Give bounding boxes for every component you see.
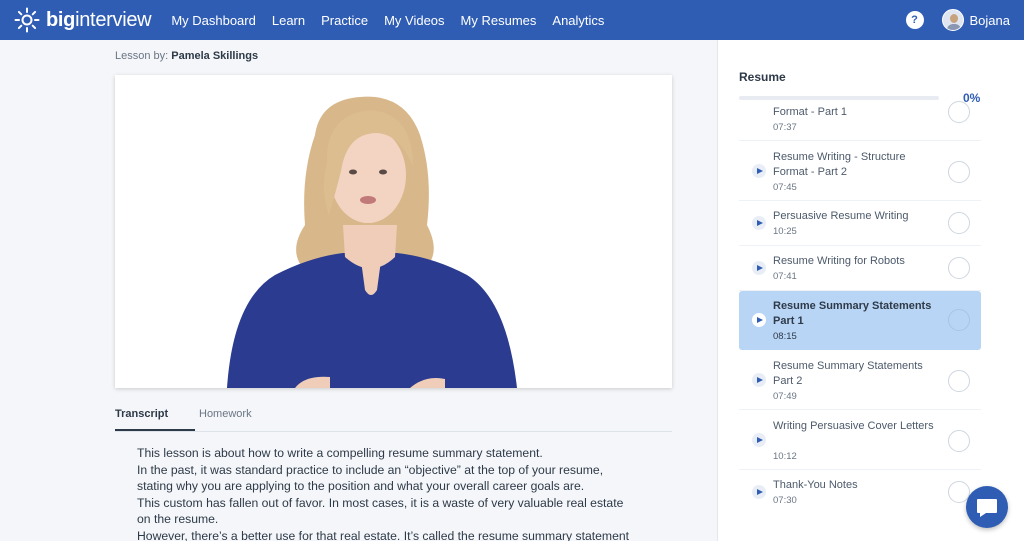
lesson-tabs: Transcript Homework <box>115 400 672 432</box>
lesson-duration: 07:37 <box>773 122 797 133</box>
play-icon[interactable] <box>752 216 766 230</box>
play-icon[interactable] <box>752 373 766 387</box>
avatar-head <box>949 14 958 23</box>
nav-user-area: ? Bojana <box>905 0 1010 40</box>
transcript-line: This custom has fallen out of favor. In … <box>137 495 624 510</box>
list-item[interactable]: Resume Writing - Structure Format - Part… <box>739 141 981 201</box>
lesson-by: Lesson by: Pamela Skillings <box>115 50 258 62</box>
check-circle-icon[interactable] <box>948 212 970 234</box>
transcript-line: on the resume. <box>137 512 219 527</box>
lesson-duration: 07:41 <box>773 271 797 282</box>
lesson-title: Writing Persuasive Cover Letters <box>773 420 934 432</box>
check-circle-icon[interactable] <box>948 309 970 331</box>
chat-icon <box>977 499 997 517</box>
lesson-duration: 07:30 <box>773 495 797 506</box>
check-circle-icon[interactable] <box>948 370 970 392</box>
lesson-by-label: Lesson by: <box>115 50 169 62</box>
list-item[interactable]: Resume Summary Statements Part 2 07:49 <box>739 350 981 410</box>
active-tab-indicator <box>115 429 195 431</box>
transcript-text: This lesson is about how to write a comp… <box>137 445 672 541</box>
play-icon[interactable] <box>752 261 766 275</box>
transcript-line: In the past, it was standard practice to… <box>137 462 604 477</box>
presenter-image <box>115 75 672 388</box>
lesson-duration: 07:49 <box>773 391 797 402</box>
lesson-duration: 10:25 <box>773 226 797 237</box>
lesson-duration: 08:15 <box>773 331 797 342</box>
lesson-title: Resume Summary Statements Part 1 <box>773 300 932 327</box>
sun-logo-icon <box>14 7 40 33</box>
lesson-title: Thank-You Notes <box>773 479 858 491</box>
help-icon[interactable]: ? <box>905 11 924 29</box>
tab-transcript[interactable]: Transcript <box>115 408 168 420</box>
list-item[interactable]: Resume Writing for Robots 07:41 <box>739 246 981 291</box>
avatar[interactable] <box>941 9 964 31</box>
nav-my-videos[interactable]: My Videos <box>384 13 444 28</box>
top-nav: biginterview My Dashboard Learn Practice… <box>0 0 1024 40</box>
tab-homework[interactable]: Homework <box>199 408 252 420</box>
lesson-title: Resume Summary Statements Part 2 <box>773 360 923 387</box>
lesson-duration: 10:12 <box>773 451 797 462</box>
list-item[interactable]: Persuasive Resume Writing 10:25 <box>739 201 981 246</box>
lesson-title: Resume Writing - Structure Format - Part… <box>773 151 906 178</box>
transcript-line: stating why you are applying to the posi… <box>137 479 585 494</box>
instructor-name: Pamela Skillings <box>171 50 259 62</box>
lesson-duration: 07:45 <box>773 182 797 193</box>
check-circle-icon[interactable] <box>948 257 970 279</box>
lesson-list-panel: Resume 0% Format - Part 1 07:37 Resume W… <box>717 40 1024 541</box>
video-player[interactable] <box>115 75 672 388</box>
nav-analytics[interactable]: Analytics <box>552 13 604 28</box>
nav-learn[interactable]: Learn <box>272 13 305 28</box>
nav-practice[interactable]: Practice <box>321 13 368 28</box>
nav-my-dashboard[interactable]: My Dashboard <box>171 13 256 28</box>
panel-title: Resume <box>739 70 786 84</box>
avatar-body <box>946 24 961 30</box>
list-item[interactable]: Format - Part 1 07:37 <box>739 101 981 141</box>
transcript-line: However, there’s a better use for that r… <box>137 528 630 541</box>
play-icon[interactable] <box>752 433 766 447</box>
nav-links: My Dashboard Learn Practice My Videos My… <box>171 0 620 40</box>
check-circle-icon[interactable] <box>948 101 970 123</box>
list-item[interactable]: Writing Persuasive Cover Letters 10:12 <box>739 410 981 470</box>
transcript-line: This lesson is about how to write a comp… <box>137 446 543 460</box>
play-icon[interactable] <box>752 485 766 499</box>
lesson-title: Persuasive Resume Writing <box>773 210 909 222</box>
progress-bar <box>739 96 939 100</box>
check-circle-icon[interactable] <box>948 430 970 452</box>
list-item-active[interactable]: Resume Summary Statements Part 1 08:15 <box>739 291 981 350</box>
play-icon[interactable] <box>752 313 766 327</box>
logo-text: biginterview <box>46 8 152 31</box>
user-name[interactable]: Bojana <box>970 13 1010 28</box>
logo[interactable]: biginterview <box>14 0 152 40</box>
list-item[interactable]: Thank-You Notes 07:30 <box>739 470 981 515</box>
chat-button[interactable] <box>966 486 1008 528</box>
nav-my-resumes[interactable]: My Resumes <box>461 13 537 28</box>
lesson-list[interactable]: Format - Part 1 07:37 Resume Writing - S… <box>739 101 981 515</box>
check-circle-icon[interactable] <box>948 161 970 183</box>
lesson-title: Resume Writing for Robots <box>773 255 905 267</box>
play-icon[interactable] <box>752 164 766 178</box>
lesson-title: Format - Part 1 <box>773 106 847 118</box>
